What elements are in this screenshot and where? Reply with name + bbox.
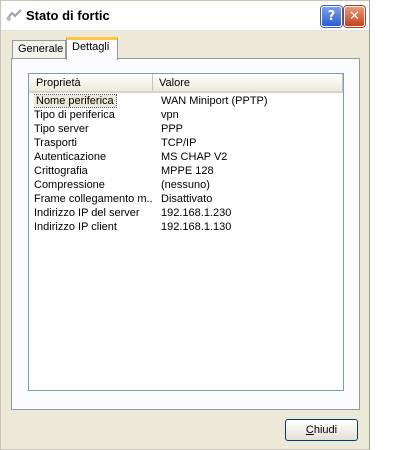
list-item[interactable]: Autenticazione MS CHAP V2: [29, 150, 343, 164]
value-cell: vpn: [161, 109, 179, 121]
value-cell: MS CHAP V2: [161, 151, 228, 163]
value-cell: (nessuno): [161, 179, 210, 191]
list-rows: Nome periferica WAN Miniport (PPTP) Tipo…: [29, 94, 343, 234]
property-cell: Nome periferica: [34, 94, 152, 108]
value-cell: 192.168.1.230: [161, 207, 232, 219]
property-cell: Indirizzo IP client: [34, 221, 117, 233]
list-item[interactable]: Crittografia MPPE 128: [29, 164, 343, 178]
list-item[interactable]: Trasporti TCP/IP: [29, 136, 343, 150]
close-icon: ✕: [349, 9, 360, 24]
list-header: Proprietà Valore: [29, 74, 343, 93]
value-cell: Disattivato: [161, 193, 213, 205]
details-panel: Proprietà Valore Nome periferica WAN Min…: [11, 58, 360, 410]
property-cell: Crittografia: [34, 165, 88, 177]
list-item[interactable]: Indirizzo IP del server 192.168.1.230: [29, 206, 343, 220]
tab-dettagli[interactable]: Dettagli: [66, 37, 118, 60]
list-item[interactable]: Nome periferica WAN Miniport (PPTP): [29, 94, 343, 108]
list-item[interactable]: Indirizzo IP client 192.168.1.130: [29, 220, 343, 234]
list-item[interactable]: Compressione (nessuno): [29, 178, 343, 192]
value-cell: PPP: [161, 123, 184, 135]
property-cell: Trasporti: [34, 137, 77, 149]
property-cell: Tipo server: [34, 123, 89, 135]
close-button-accelerator: C: [305, 424, 314, 436]
value-cell: TCP/IP: [161, 137, 197, 149]
column-header-property[interactable]: Proprietà: [29, 74, 153, 91]
properties-dialog: Stato di fortic ? ✕ Generale Dettagli Pr…: [0, 0, 370, 450]
title-bar[interactable]: Stato di fortic ? ✕: [1, 1, 369, 31]
value-cell: WAN Miniport (PPTP): [161, 95, 268, 107]
value-cell: 192.168.1.130: [161, 221, 232, 233]
property-cell: Autenticazione: [34, 151, 107, 163]
value-cell: MPPE 128: [161, 165, 214, 177]
help-button[interactable]: ?: [321, 6, 342, 27]
list-item[interactable]: Tipo di periferica vpn: [29, 108, 343, 122]
tab-generale[interactable]: Generale: [12, 40, 66, 59]
property-cell: Frame collegamento m...: [34, 193, 152, 205]
property-cell: Tipo di periferica: [34, 109, 115, 121]
close-button-label: hiudi: [313, 424, 338, 436]
list-item[interactable]: Frame collegamento m... Disattivato: [29, 192, 343, 206]
help-icon: ?: [327, 9, 336, 24]
property-label: Nome periferica: [34, 94, 117, 108]
window-title: Stato di fortic: [26, 8, 110, 23]
list-item[interactable]: Tipo server PPP: [29, 122, 343, 136]
property-cell: Compressione: [34, 179, 105, 191]
details-list[interactable]: Proprietà Valore Nome periferica WAN Min…: [28, 73, 344, 391]
column-header-value[interactable]: Valore: [153, 74, 343, 91]
close-window-button[interactable]: ✕: [344, 6, 365, 27]
close-button[interactable]: Chiudi: [285, 419, 358, 441]
property-cell: Indirizzo IP del server: [34, 207, 140, 219]
network-connection-icon: [6, 9, 22, 21]
